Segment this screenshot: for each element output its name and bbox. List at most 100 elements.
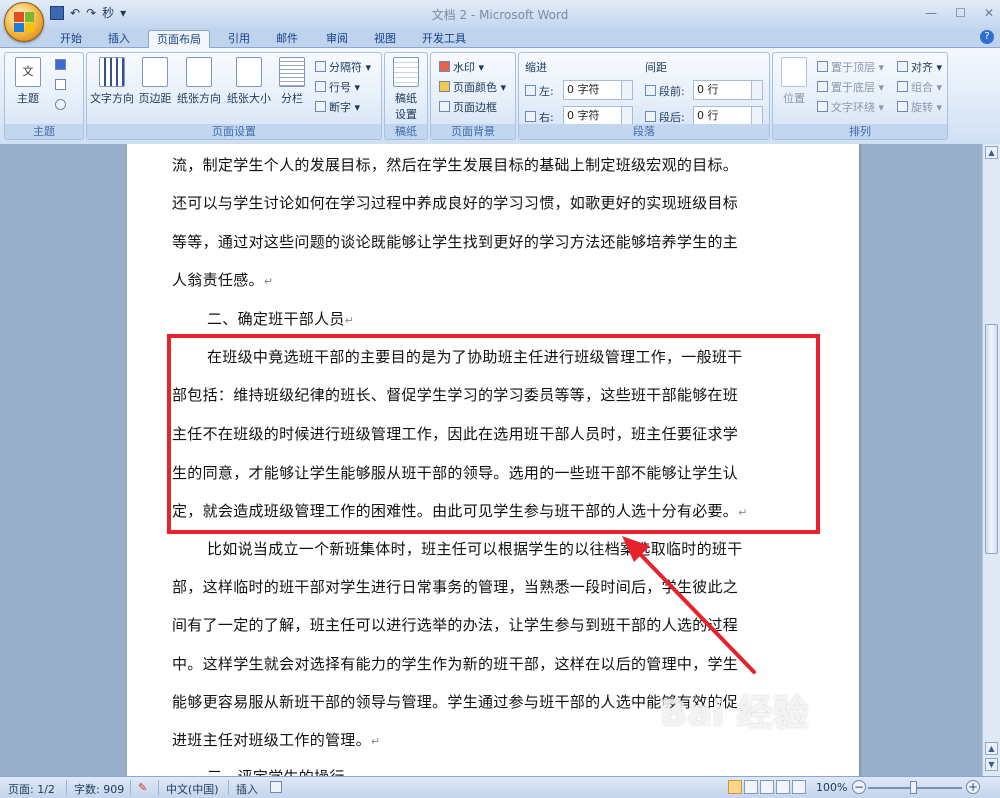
proofing-icon[interactable]: ✎ <box>138 781 147 794</box>
tab-view[interactable]: 视图 <box>366 30 404 48</box>
spacing-before-icon <box>645 85 656 96</box>
word-count[interactable]: 字数: 909 <box>74 781 124 797</box>
paragraph-group: 缩进 间距 左: 0 字符 右: 0 字符 段前: 0 行 段后: 0 行 段落 <box>518 52 770 140</box>
rotate-button[interactable]: 旋转 ▾ <box>897 99 942 115</box>
tab-mailings[interactable]: 邮件 <box>268 30 306 48</box>
indent-left-field[interactable]: 0 字符 <box>563 80 633 100</box>
group-icon <box>897 81 908 92</box>
tab-review[interactable]: 审阅 <box>318 30 356 48</box>
arrange-group: 位置 置于顶层 ▾ 置于底层 ▾ 文字环绕 ▾ 对齐 ▾ 组合 ▾ 旋转 ▾ 排… <box>772 52 948 140</box>
text-direction-icon <box>99 57 125 87</box>
draft-paper-button[interactable]: 稿纸 设置 <box>389 57 423 122</box>
send-to-back-icon <box>817 81 828 92</box>
bring-to-front-button[interactable]: 置于顶层 ▾ <box>817 59 884 75</box>
theme-button[interactable]: 文 主题 <box>11 57 45 106</box>
line-numbers-button[interactable]: 行号 ▾ <box>315 79 360 95</box>
vertical-scrollbar[interactable]: ▲ ▲ ▼ <box>982 144 1000 776</box>
theme-group: 文 主题 主题 <box>4 52 84 140</box>
tab-page-layout[interactable]: 页面布局 <box>148 30 210 48</box>
ribbon: 文 主题 主题 文字方向 页边距 纸张方向 纸张大小 分栏 分隔符 ▾ 行号 ▾… <box>0 48 1000 144</box>
draft-view-icon[interactable] <box>792 780 806 794</box>
spacing-after-icon <box>645 111 656 122</box>
scroll-up-icon[interactable]: ▲ <box>985 146 998 159</box>
page-border-icon <box>439 101 450 112</box>
next-page-icon[interactable]: ▼ <box>985 758 998 771</box>
maximize-button[interactable]: ☐ <box>955 6 966 20</box>
page-color-icon <box>439 81 450 92</box>
annotation-arrow-icon <box>622 536 756 674</box>
zoom-slider-thumb[interactable] <box>910 781 917 794</box>
window-title: 文档 2 - Microsoft Word <box>431 8 569 22</box>
page-setup-group: 文字方向 页边距 纸张方向 纸张大小 分栏 分隔符 ▾ 行号 ▾ 断字 ▾ 页面… <box>86 52 382 140</box>
margins-button[interactable]: 页边距 <box>137 57 173 106</box>
watermark-logo: Bai 经验 <box>660 693 809 734</box>
zoom-out-icon[interactable]: − <box>852 780 866 794</box>
tab-home[interactable]: 开始 <box>52 30 90 48</box>
indent-heading: 缩进 <box>525 61 547 74</box>
text-wrapping-button[interactable]: 文字环绕 ▾ <box>817 99 884 115</box>
arrange-group-label: 排列 <box>773 124 947 139</box>
prev-page-icon[interactable]: ▲ <box>985 742 998 755</box>
page-color-button[interactable]: 页面颜色 ▾ <box>439 79 506 95</box>
indent-left-label: 左: <box>525 83 554 99</box>
page-count[interactable]: 页面: 1/2 <box>8 781 55 797</box>
full-screen-reading-icon[interactable] <box>744 780 758 794</box>
breaks-button[interactable]: 分隔符 ▾ <box>315 59 371 75</box>
page-background-group-label: 页面背景 <box>431 124 515 139</box>
office-logo-icon <box>14 12 34 32</box>
theme-effects-icon[interactable] <box>55 99 66 110</box>
spacing-before-field[interactable]: 0 行 <box>693 80 763 100</box>
rotate-icon <box>897 101 908 112</box>
indent-right-field[interactable]: 0 字符 <box>563 106 633 126</box>
tab-insert[interactable]: 插入 <box>100 30 138 48</box>
page-setup-group-label: 页面设置 <box>87 124 381 139</box>
group-button[interactable]: 组合 ▾ <box>897 79 942 95</box>
send-to-back-button[interactable]: 置于底层 ▾ <box>817 79 884 95</box>
tab-references[interactable]: 引用 <box>220 30 258 48</box>
tab-developer[interactable]: 开发工具 <box>414 30 474 48</box>
language-indicator[interactable]: 中文(中国) <box>166 781 219 797</box>
orientation-icon <box>186 57 212 87</box>
office-button[interactable] <box>4 2 44 42</box>
spacing-before-label: 段前: <box>645 83 685 99</box>
page-size-button[interactable]: 纸张大小 <box>225 57 273 106</box>
orientation-button[interactable]: 纸张方向 <box>175 57 223 106</box>
insert-mode[interactable]: 插入 <box>236 781 258 797</box>
watermark-icon <box>439 61 450 72</box>
close-button[interactable]: ✕ <box>984 6 994 20</box>
zoom-in-icon[interactable]: + <box>966 780 980 794</box>
page-size-icon <box>236 57 262 87</box>
bring-to-front-icon <box>817 61 828 72</box>
outline-view-icon[interactable] <box>776 780 790 794</box>
align-button[interactable]: 对齐 ▾ <box>897 59 942 75</box>
spacing-after-field[interactable]: 0 行 <box>693 106 763 126</box>
ribbon-tabs: 开始 插入 页面布局 引用 邮件 审阅 视图 开发工具 ? <box>0 28 1000 48</box>
document-area[interactable]: 流，制定学生个人的发展目标，然后在学生发展目标的基础上制定班级宏观的目标。 还可… <box>0 144 1000 776</box>
columns-button[interactable]: 分栏 <box>275 57 309 106</box>
spacing-after-label: 段后: <box>645 109 685 125</box>
position-button[interactable]: 位置 <box>775 57 813 106</box>
zoom-level[interactable]: 100% <box>816 781 847 794</box>
indent-left-icon <box>525 85 536 96</box>
macro-record-icon[interactable] <box>270 781 282 793</box>
page-background-group: 水印 ▾ 页面颜色 ▾ 页面边框 页面背景 <box>430 52 516 140</box>
margins-icon <box>142 57 168 87</box>
watermark-button[interactable]: 水印 ▾ <box>439 59 484 75</box>
breaks-icon <box>315 61 326 72</box>
web-layout-icon[interactable] <box>760 780 774 794</box>
page-border-button[interactable]: 页面边框 <box>439 99 497 115</box>
help-icon[interactable]: ? <box>980 30 994 44</box>
hyphenation-button[interactable]: 断字 ▾ <box>315 99 360 115</box>
align-icon <box>897 61 908 72</box>
draft-paper-group-label: 稿纸 <box>385 124 427 139</box>
theme-colors-icon[interactable] <box>55 59 66 70</box>
columns-icon <box>279 57 305 87</box>
scroll-thumb[interactable] <box>985 324 998 554</box>
indent-right-icon <box>525 111 536 122</box>
theme-fonts-icon[interactable] <box>55 79 66 90</box>
draft-paper-icon <box>393 57 419 87</box>
print-layout-view-icon[interactable] <box>728 780 742 794</box>
minimize-button[interactable]: — <box>925 6 937 20</box>
text-direction-button[interactable]: 文字方向 <box>89 57 135 106</box>
text-wrapping-icon <box>817 101 828 112</box>
